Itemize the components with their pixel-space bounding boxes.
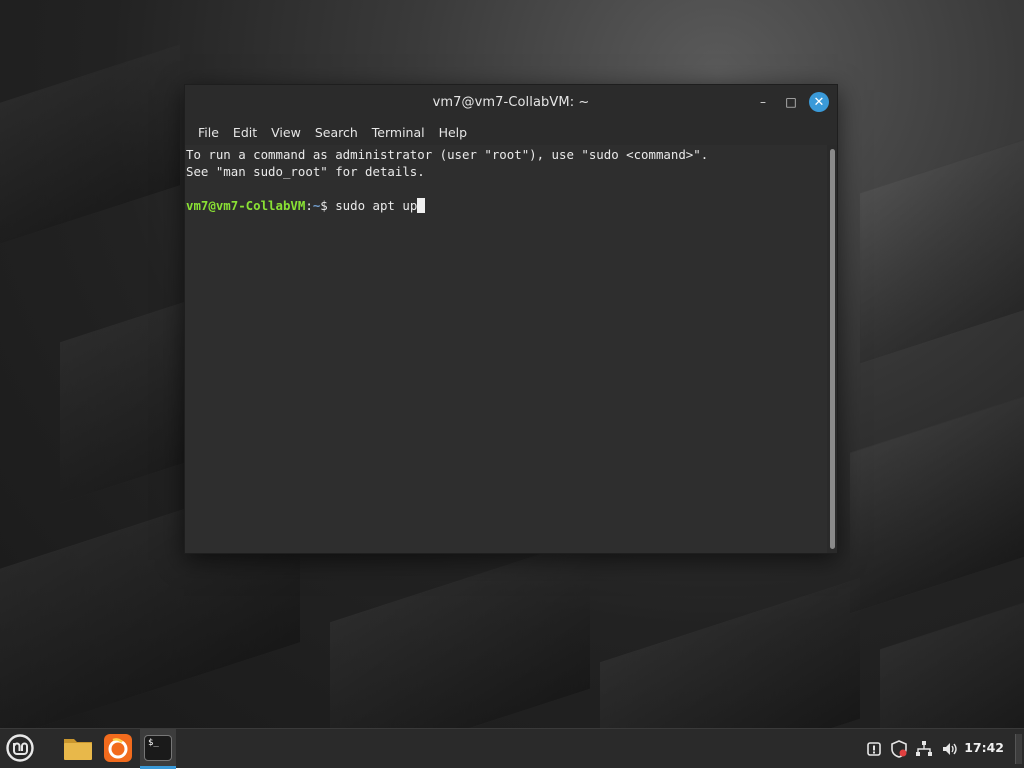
terminal-prompt-line: vm7@vm7-CollabVM:~$ sudo apt up — [186, 197, 827, 214]
wallpaper-block — [600, 577, 860, 728]
minimize-button[interactable]: – — [753, 92, 773, 112]
prompt-symbol: $ — [320, 198, 336, 213]
menu-file[interactable]: File — [192, 122, 225, 143]
menu-edit[interactable]: Edit — [227, 122, 263, 143]
network-icon[interactable] — [914, 739, 934, 759]
firefox-icon[interactable] — [102, 732, 134, 764]
terminal-output-line: See "man sudo_root" for details. — [186, 164, 425, 179]
terminal-scrollbar[interactable] — [827, 145, 837, 553]
taskbar: $_ 17:42 — [0, 728, 1024, 769]
terminal-icon-text: $_ — [148, 737, 159, 748]
menubar: File Edit View Search Terminal Help — [185, 119, 837, 145]
window-title: vm7@vm7-CollabVM: ~ — [432, 94, 590, 110]
terminal-icon: $_ — [144, 734, 172, 761]
command-input[interactable]: sudo apt up — [335, 198, 417, 213]
terminal-taskbar-button[interactable]: $_ — [140, 729, 176, 769]
update-manager-icon[interactable] — [864, 739, 884, 759]
wallpaper-block — [860, 127, 1024, 364]
menu-terminal[interactable]: Terminal — [366, 122, 431, 143]
terminal-text-area[interactable]: To run a command as administrator (user … — [185, 145, 827, 553]
prompt-user-host: vm7@vm7-CollabVM — [186, 198, 306, 213]
mint-menu-icon[interactable] — [4, 732, 36, 764]
menu-search[interactable]: Search — [309, 122, 364, 143]
menu-help[interactable]: Help — [433, 122, 474, 143]
window-controls: – □ ✕ — [753, 92, 829, 112]
files-folder-icon[interactable] — [62, 732, 94, 764]
volume-icon[interactable] — [940, 739, 960, 759]
clock[interactable]: 17:42 — [964, 740, 1004, 755]
wallpaper-block — [880, 590, 1024, 728]
shield-icon[interactable] — [889, 739, 909, 759]
menu-view[interactable]: View — [265, 122, 307, 143]
wallpaper-block — [850, 387, 1024, 614]
terminal-window[interactable]: vm7@vm7-CollabVM: ~ – □ ✕ File Edit View… — [184, 84, 838, 554]
text-cursor — [417, 198, 426, 213]
show-desktop-button[interactable] — [1015, 734, 1022, 764]
prompt-separator: : — [305, 198, 313, 213]
window-titlebar[interactable]: vm7@vm7-CollabVM: ~ – □ ✕ — [185, 85, 837, 119]
scrollbar-thumb[interactable] — [830, 149, 835, 549]
maximize-button[interactable]: □ — [781, 92, 801, 112]
wallpaper-block — [330, 537, 590, 728]
terminal-output-line: To run a command as administrator (user … — [186, 147, 709, 162]
wallpaper-block — [0, 44, 180, 257]
close-button[interactable]: ✕ — [809, 92, 829, 112]
